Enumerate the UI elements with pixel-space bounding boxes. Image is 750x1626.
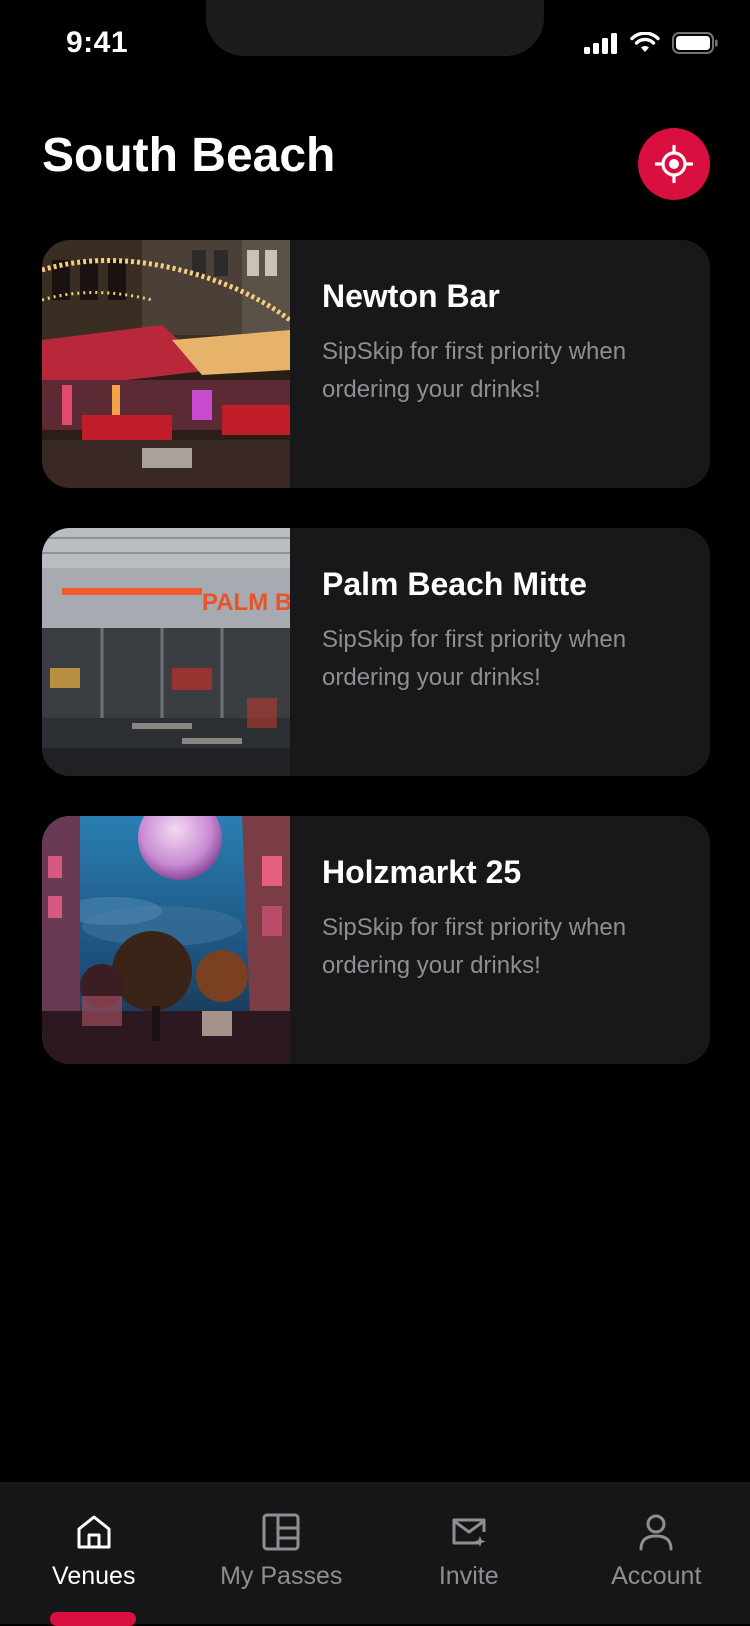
venue-name: Holzmarkt 25 [322,854,662,891]
tab-account[interactable]: Account [563,1482,750,1624]
tab-venues[interactable]: Venues [0,1482,188,1624]
status-time: 9:41 [66,26,128,60]
tab-my-passes[interactable]: My Passes [188,1482,376,1624]
tab-label: Venues [52,1562,135,1591]
palm-beach-sign-text: PALM BEACH [202,589,290,616]
tab-bar: Venues My Passes Invite Account [0,1482,750,1624]
tab-label: Account [611,1562,701,1591]
crosshair-icon [655,145,693,183]
venue-card-holzmarkt-25[interactable]: Holzmarkt 25 SipSkip for first priority … [42,816,710,1064]
venue-description: SipSkip for first priority when ordering… [322,909,662,985]
venue-text: Holzmarkt 25 SipSkip for first priority … [290,816,692,1064]
venue-name: Palm Beach Mitte [322,566,662,603]
locate-me-button[interactable] [638,128,710,200]
cellular-signal-icon [584,32,618,54]
venue-card-palm-beach-mitte[interactable]: PALM BEACH Palm Beach Mitte SipSkip for … [42,528,710,776]
tab-label: My Passes [220,1562,342,1591]
home-icon [74,1512,114,1552]
wifi-icon [630,32,660,54]
venue-description: SipSkip for first priority when ordering… [322,621,662,697]
tab-invite[interactable]: Invite [375,1482,563,1624]
invite-mail-icon [449,1512,489,1552]
venue-photo-palm-beach-mitte: PALM BEACH [42,528,290,776]
tab-label: Invite [439,1562,499,1591]
venue-list: Newton Bar SipSkip for first priority wh… [42,240,710,1104]
venue-description: SipSkip for first priority when ordering… [322,333,662,409]
venue-name: Newton Bar [322,278,662,315]
venue-text: Palm Beach Mitte SipSkip for first prior… [290,528,692,776]
venue-text: Newton Bar SipSkip for first priority wh… [290,240,692,488]
user-icon [636,1512,676,1552]
passes-icon [261,1512,301,1552]
status-icons [584,32,718,54]
venue-photo-newton-bar [42,240,290,488]
venue-card-newton-bar[interactable]: Newton Bar SipSkip for first priority wh… [42,240,710,488]
battery-icon [672,32,718,54]
device-notch [206,0,544,56]
venue-photo-holzmarkt-25 [42,816,290,1064]
status-bar: 9:41 [0,0,750,92]
page-title: South Beach [42,128,335,183]
